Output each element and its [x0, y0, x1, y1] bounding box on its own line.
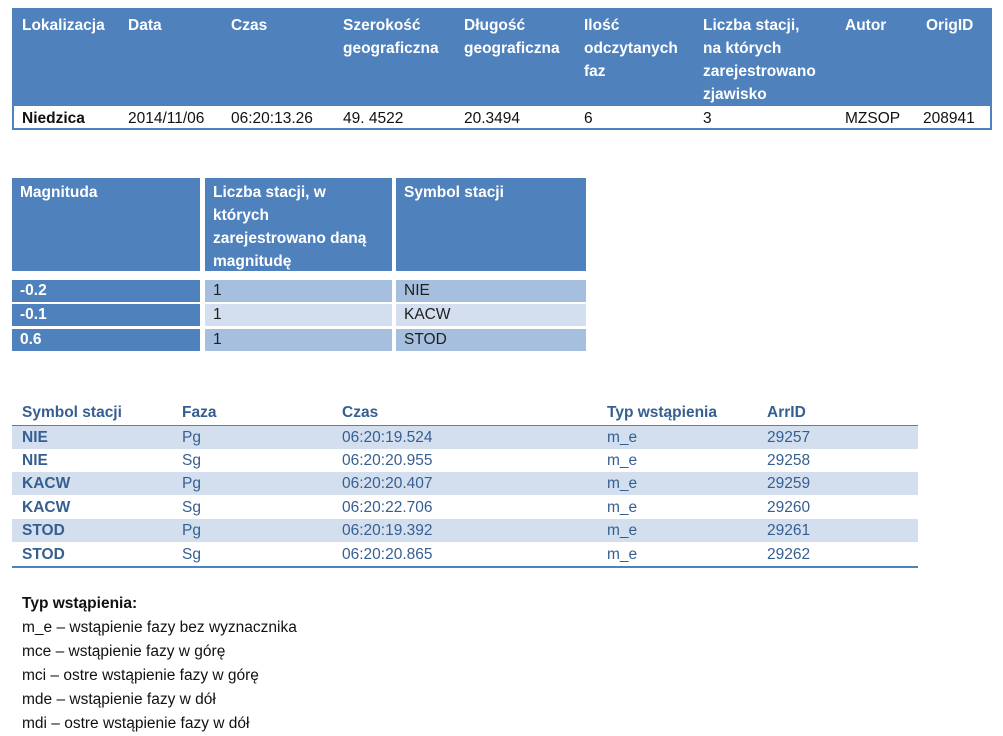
header-autor: Autor	[845, 17, 887, 34]
header-origid: OrigID	[926, 17, 974, 34]
header-szerokosc: Szerokość geograficzna	[343, 17, 439, 57]
header-typ-wstapienia: Typ wstąpienia	[607, 404, 717, 421]
phases-table-header: Symbol stacji Faza Czas Typ wstąpienia A…	[12, 402, 918, 426]
magnitude-station-count: 1	[205, 329, 392, 351]
phase-onset-type: m_e	[607, 429, 638, 446]
magnitude-station-symbol: STOD	[396, 329, 586, 351]
phase-arrid: 29258	[767, 452, 811, 469]
phase-time: 06:20:19.392	[342, 522, 433, 539]
cell-lokalizacja: Niedzica	[22, 110, 85, 127]
table-row: NIE Sg 06:20:20.955 m_e 29258	[12, 449, 918, 472]
cell-origid: 208941	[923, 110, 975, 127]
magnitude-station-count: 1	[205, 280, 392, 302]
legend-item: mde – wstąpienie fazy w dół	[22, 691, 216, 708]
header-symbol-stacji: Symbol stacji	[396, 178, 586, 271]
phase-station: STOD	[22, 546, 65, 563]
cell-liczba-stacji: 3	[703, 110, 712, 127]
legend-item: mci – ostre wstąpienie fazy w górę	[22, 667, 259, 684]
legend-item: mdi – ostre wstąpienie fazy w dół	[22, 715, 250, 732]
header-faza: Faza	[182, 404, 217, 421]
phase-arrid: 29259	[767, 475, 811, 492]
header-magnituda: Magnituda	[12, 178, 200, 271]
phase-onset-type: m_e	[607, 546, 638, 563]
magnitude-value: -0.1	[12, 304, 200, 326]
phase-name: Pg	[182, 522, 201, 539]
header-dlugosc: Długość geograficzna	[464, 17, 560, 57]
magnitude-station-symbol: NIE	[396, 280, 586, 302]
header-lokalizacja: Lokalizacja	[22, 17, 105, 34]
phase-station: KACW	[22, 499, 71, 516]
cell-ilosc-faz: 6	[584, 110, 593, 127]
magnitude-table: Magnituda Liczba stacji, w których zarej…	[12, 178, 588, 354]
phase-station: KACW	[22, 475, 71, 492]
onset-type-legend: Typ wstąpienia: m_e – wstąpienie fazy be…	[22, 592, 622, 736]
header-arrid: ArrID	[767, 404, 806, 421]
event-table: Lokalizacja Data Czas Szerokość geografi…	[12, 8, 992, 130]
phase-arrid: 29257	[767, 429, 811, 446]
table-row: KACW Pg 06:20:20.407 m_e 29259	[12, 472, 918, 495]
phase-arrid: 29261	[767, 522, 811, 539]
table-row: KACW Sg 06:20:22.706 m_e 29260	[12, 496, 918, 519]
cell-szerokosc: 49. 4522	[343, 110, 404, 127]
header-symbol-stacji-phase: Symbol stacji	[22, 404, 122, 421]
phase-time: 06:20:20.407	[342, 475, 433, 492]
phase-time: 06:20:19.524	[342, 429, 433, 446]
phase-onset-type: m_e	[607, 522, 638, 539]
magnitude-station-count: 1	[205, 304, 392, 326]
header-ilosc-faz: Ilość odczytanych faz	[584, 17, 678, 80]
phase-time: 06:20:20.955	[342, 452, 433, 469]
phase-onset-type: m_e	[607, 499, 638, 516]
table-row: STOD Pg 06:20:19.392 m_e 29261	[12, 519, 918, 542]
phase-name: Sg	[182, 546, 201, 563]
phase-station: NIE	[22, 452, 48, 469]
magnitude-value: 0.6	[12, 329, 200, 351]
phase-station: NIE	[22, 429, 48, 446]
phase-name: Sg	[182, 499, 201, 516]
phase-onset-type: m_e	[607, 452, 638, 469]
table-row: NIE Pg 06:20:19.524 m_e 29257	[12, 426, 918, 449]
phase-name: Sg	[182, 452, 201, 469]
event-table-header: Lokalizacja Data Czas Szerokość geografi…	[14, 10, 990, 106]
cell-autor: MZSOP	[845, 110, 901, 127]
header-czas: Czas	[231, 17, 268, 34]
legend-item: mce – wstąpienie fazy w górę	[22, 643, 226, 660]
cell-czas: 06:20:13.26	[231, 110, 313, 127]
table-bottom-rule	[12, 566, 918, 568]
phase-arrid: 29262	[767, 546, 811, 563]
phase-name: Pg	[182, 475, 201, 492]
header-data: Data	[128, 17, 162, 34]
phase-name: Pg	[182, 429, 201, 446]
phase-time: 06:20:20.865	[342, 546, 433, 563]
header-czas-phase: Czas	[342, 404, 379, 421]
phase-time: 06:20:22.706	[342, 499, 433, 516]
cell-data: 2014/11/06	[128, 110, 205, 127]
cell-dlugosc: 20.3494	[464, 110, 521, 127]
phases-table: Symbol stacji Faza Czas Typ wstąpienia A…	[12, 402, 918, 568]
legend-title: Typ wstąpienia:	[22, 595, 138, 612]
phase-station: STOD	[22, 522, 65, 539]
header-liczba-stacji: Liczba stacji, na których zarejestrowano…	[703, 17, 816, 103]
phase-onset-type: m_e	[607, 475, 638, 492]
legend-item: m_e – wstąpienie fazy bez wyznacznika	[22, 619, 297, 636]
header-liczba-stacji-magnitude: Liczba stacji, w których zarejestrowano …	[205, 178, 392, 271]
phase-arrid: 29260	[767, 499, 811, 516]
magnitude-station-symbol: KACW	[396, 304, 586, 326]
table-row: STOD Sg 06:20:20.865 m_e 29262	[12, 543, 918, 566]
magnitude-value: -0.2	[12, 280, 200, 302]
